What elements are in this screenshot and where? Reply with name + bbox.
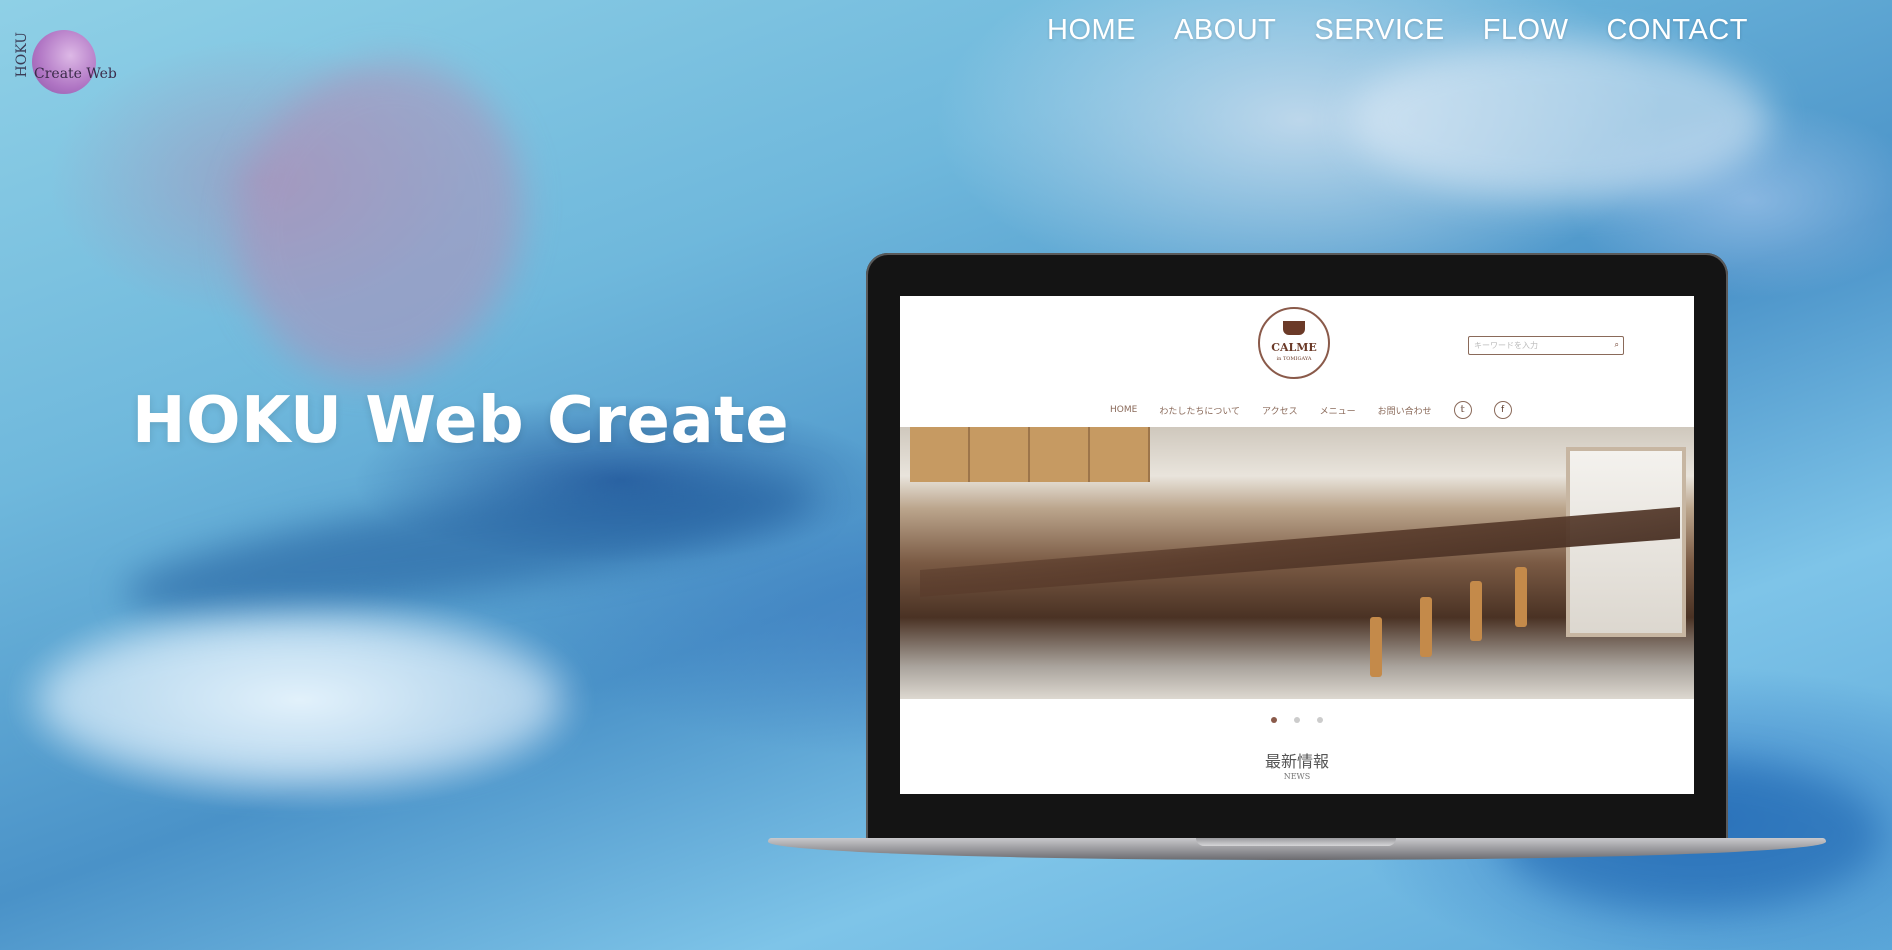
nav-flow[interactable]: FLOW xyxy=(1483,14,1569,47)
logo-circle xyxy=(32,30,96,94)
background-swirl xyxy=(117,451,823,639)
mockup-news-title: 最新情報 xyxy=(1264,752,1329,771)
site-logo[interactable]: HOKU Create Web xyxy=(14,24,117,104)
main-nav: HOME ABOUT SERVICE FLOW CONTACT xyxy=(1047,14,1748,47)
slider-dots xyxy=(900,708,1694,727)
slider-dot xyxy=(1294,717,1300,723)
slider-dot xyxy=(1317,717,1324,723)
nav-about[interactable]: ABOUT xyxy=(1174,14,1276,47)
coffee-cup-icon xyxy=(1283,321,1305,335)
logo-vertical-text: HOKU xyxy=(14,32,30,78)
background-swirl xyxy=(193,21,567,419)
mockup-nav-item: アクセス xyxy=(1262,406,1298,417)
slider-dot xyxy=(1270,717,1277,723)
mockup-search-placeholder: キーワードを入力 xyxy=(1474,341,1538,350)
mockup-site-logo: CALME in TOMIGAYA xyxy=(1258,307,1330,379)
photo-stool xyxy=(1420,597,1432,657)
mockup-site-nav: HOME わたしたちについて アクセス メニュー お問い合わせ 𝕥 f xyxy=(1110,401,1512,419)
mockup-search-input: キーワードを入力 ⌕ xyxy=(1468,336,1624,355)
mockup-nav-item: メニュー xyxy=(1319,406,1356,417)
search-icon: ⌕ xyxy=(1614,340,1619,349)
photo-shelf xyxy=(910,427,1150,482)
nav-service[interactable]: SERVICE xyxy=(1314,14,1444,47)
twitter-icon: 𝕥 xyxy=(1453,401,1472,419)
hero-title: HOKU Web Create xyxy=(132,384,790,458)
nav-contact[interactable]: CONTACT xyxy=(1606,14,1748,47)
mockup-logo-sub: in TOMIGAYA xyxy=(1276,356,1312,362)
background-swirl xyxy=(40,620,560,780)
logo-text: Create Web xyxy=(34,66,117,82)
mockup-nav-item: HOME xyxy=(1110,405,1138,415)
background-swirl xyxy=(1350,40,1770,200)
mockup-nav-item: お問い合わせ xyxy=(1377,406,1432,417)
laptop-notch xyxy=(1196,838,1396,846)
mockup-logo-name: CALME xyxy=(1271,341,1317,354)
photo-stool xyxy=(1470,581,1482,641)
mockup-hero-photo xyxy=(900,427,1694,699)
photo-stool xyxy=(1370,617,1382,677)
facebook-icon: f xyxy=(1493,401,1512,419)
photo-stools xyxy=(1370,557,1570,697)
laptop-screen: CALME in TOMIGAYA キーワードを入力 ⌕ HOME わたしたちに… xyxy=(900,296,1694,794)
nav-home[interactable]: HOME xyxy=(1047,14,1136,47)
mockup-news-sub: NEWS xyxy=(1283,772,1311,781)
mockup-nav-item: わたしたちについて xyxy=(1159,406,1241,417)
photo-stool xyxy=(1515,567,1527,627)
